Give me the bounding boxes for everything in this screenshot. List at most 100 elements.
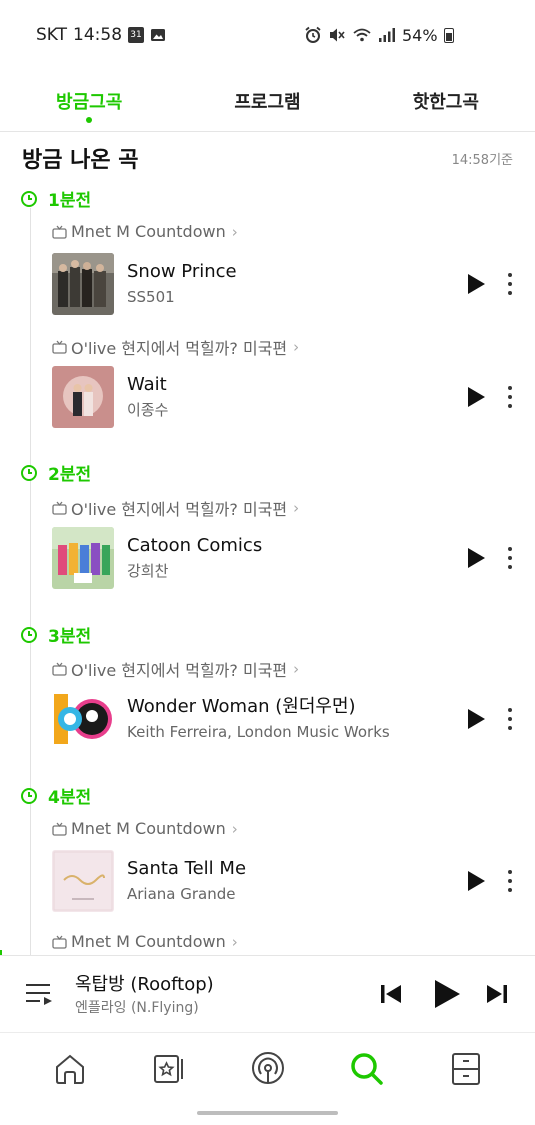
status-time: 14:58: [73, 25, 123, 45]
program-label: O'live 현지에서 먹힐까? 미국편: [71, 339, 288, 358]
program-link[interactable]: Mnet M Countdown ›: [52, 932, 238, 951]
tab-program[interactable]: 프로그램: [178, 70, 356, 131]
tv-icon: [52, 225, 67, 239]
recent-songs-list: 방금 나온 곡 14:58기준 1분전 Mnet M Countdown › S…: [0, 133, 535, 955]
search-icon: [350, 1053, 383, 1085]
album-art: [52, 688, 114, 750]
more-options-button[interactable]: [507, 386, 513, 408]
song-row[interactable]: Wait 이종수: [52, 366, 513, 428]
program-link[interactable]: O'live 현지에서 먹힐까? 미국편 ›: [52, 657, 299, 681]
previous-track-icon[interactable]: [380, 983, 402, 1005]
chevron-right-icon: ›: [293, 338, 300, 356]
signal-icon: [379, 28, 395, 42]
song-title: Wait: [127, 374, 167, 395]
reference-time: 14:58기준: [451, 152, 513, 168]
alarm-icon: [305, 26, 321, 43]
song-row[interactable]: Wonder Woman (원더우먼) Keith Ferreira, Lond…: [52, 688, 513, 750]
play-button[interactable]: [465, 708, 487, 730]
play-button[interactable]: [465, 547, 487, 569]
song-artist: 강희찬: [127, 562, 169, 580]
nav-search[interactable]: [347, 1049, 387, 1089]
program-link[interactable]: Mnet M Countdown ›: [52, 819, 238, 838]
time-group-4: 4분전: [20, 783, 91, 808]
nav-home[interactable]: [50, 1049, 90, 1089]
locker-icon: [451, 1053, 480, 1085]
program-link[interactable]: O'live 현지에서 먹힐까? 미국편 ›: [52, 496, 299, 520]
song-text: Wait 이종수: [127, 373, 465, 421]
status-left: SKT 14:58 31: [36, 25, 166, 45]
more-options-button[interactable]: [507, 547, 513, 569]
song-text: Santa Tell Me Ariana Grande: [127, 857, 465, 905]
nav-favorites[interactable]: [149, 1049, 189, 1089]
wifi-icon: [353, 28, 371, 42]
nav-live[interactable]: [248, 1049, 288, 1089]
play-button[interactable]: [465, 386, 487, 408]
home-indicator[interactable]: [197, 1111, 338, 1115]
time-group-label: 3분전: [48, 627, 92, 647]
more-options-button[interactable]: [507, 273, 513, 295]
now-playing-artist: 엔플라잉 (N.Flying): [75, 1000, 199, 1016]
mute-icon: [330, 28, 345, 42]
program-label: Mnet M Countdown: [71, 932, 226, 951]
bottom-navigation: [0, 1034, 535, 1104]
timeline-line: [30, 208, 31, 955]
clock-icon: [21, 787, 37, 804]
chevron-right-icon: ›: [231, 222, 238, 241]
battery-percent: 54%: [402, 25, 438, 45]
section-title: 방금 나온 곡: [22, 148, 139, 173]
program-label: Mnet M Countdown: [71, 819, 226, 838]
tv-icon: [52, 340, 67, 354]
tab-just-played[interactable]: 방금그곡: [0, 70, 178, 131]
mini-player[interactable]: 옥탑방 (Rooftop) 엔플라잉 (N.Flying): [0, 955, 535, 1033]
tv-icon: [52, 822, 67, 836]
play-icon[interactable]: [433, 979, 461, 1009]
tv-icon: [52, 935, 67, 949]
program-label: O'live 현지에서 먹힐까? 미국편: [71, 661, 288, 680]
playlist-icon[interactable]: [26, 982, 54, 1006]
time-group-2: 2분전: [20, 460, 91, 485]
album-art: [52, 253, 114, 315]
album-art: [52, 366, 114, 428]
song-title: Catoon Comics: [127, 535, 263, 556]
time-group-1: 1분전: [20, 186, 91, 211]
song-artist: Keith Ferreira, London Music Works: [127, 723, 390, 741]
top-tabs: 방금그곡 프로그램 핫한그곡: [0, 70, 535, 132]
song-row[interactable]: Snow Prince SS501: [52, 253, 513, 315]
star-card-icon: [153, 1055, 183, 1083]
time-group-label: 4분전: [48, 788, 92, 808]
play-button[interactable]: [465, 273, 487, 295]
song-artist: SS501: [127, 288, 175, 306]
song-row[interactable]: Catoon Comics 강희찬: [52, 527, 513, 589]
tv-icon: [52, 662, 67, 676]
now-playing-title: 옥탑방 (Rooftop): [75, 974, 214, 995]
gallery-icon: [151, 29, 166, 41]
song-text: Wonder Woman (원더우먼) Keith Ferreira, Lond…: [127, 695, 465, 743]
song-text: Catoon Comics 강희찬: [127, 534, 465, 582]
calendar-icon: 31: [128, 27, 145, 43]
program-label: O'live 현지에서 먹힐까? 미국편: [71, 500, 288, 519]
clock-icon: [21, 626, 37, 643]
clock-icon: [21, 464, 37, 481]
song-text: Snow Prince SS501: [127, 260, 465, 308]
chevron-right-icon: ›: [231, 932, 238, 951]
time-group-label: 1분전: [48, 191, 92, 211]
status-bar: SKT 14:58 31 54%: [0, 0, 535, 70]
song-artist: 이종수: [127, 401, 169, 419]
more-options-button[interactable]: [507, 870, 513, 892]
chevron-right-icon: ›: [293, 660, 300, 678]
song-row[interactable]: Santa Tell Me Ariana Grande: [52, 850, 513, 912]
program-link[interactable]: O'live 현지에서 먹힐까? 미국편 ›: [52, 335, 299, 359]
program-link[interactable]: Mnet M Countdown ›: [52, 222, 238, 241]
clock-icon: [21, 190, 37, 207]
chevron-right-icon: ›: [231, 819, 238, 838]
next-track-icon[interactable]: [486, 983, 508, 1005]
play-button[interactable]: [465, 870, 487, 892]
nav-locker[interactable]: [446, 1049, 486, 1089]
status-right: 54%: [304, 0, 454, 70]
more-options-button[interactable]: [507, 708, 513, 730]
tab-hot-songs[interactable]: 핫한그곡: [357, 70, 535, 131]
song-title: Santa Tell Me: [127, 858, 247, 879]
song-artist: Ariana Grande: [127, 885, 236, 903]
carrier-label: SKT: [36, 25, 68, 45]
album-art: [52, 850, 114, 912]
